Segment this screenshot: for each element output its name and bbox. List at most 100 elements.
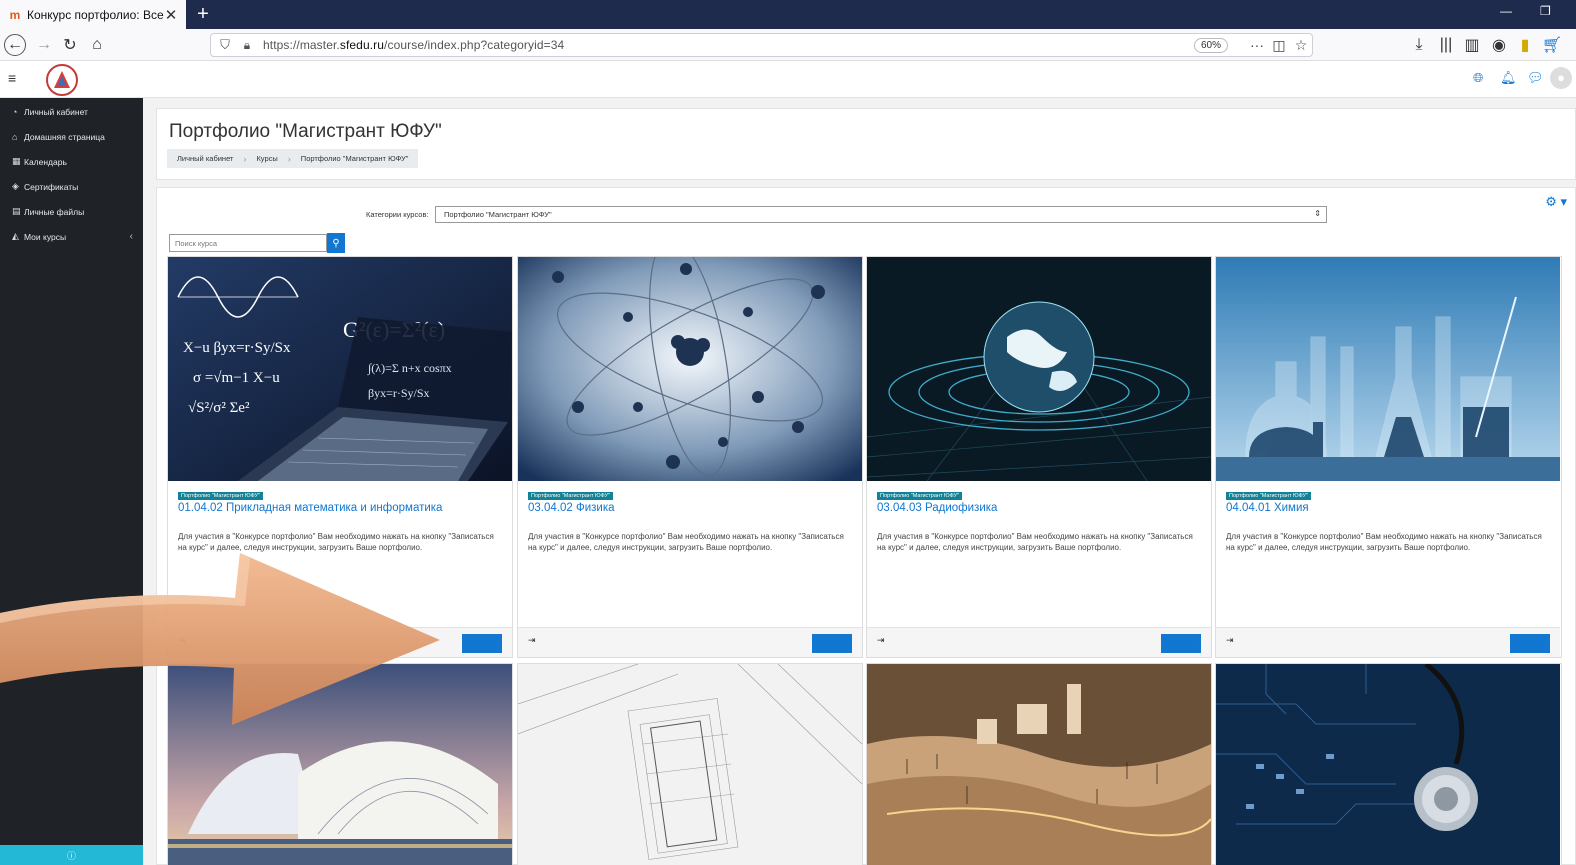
sidebar-item-calendar[interactable]: ▦ Календарь	[0, 149, 143, 174]
left-sidebar: ◔ Личный кабинет ⌂ Домашняя страница ▦ К…	[0, 98, 143, 865]
more-actions-icon[interactable]: ···	[1246, 37, 1268, 53]
course-card-architecture	[167, 663, 513, 865]
tab-title: Конкурс портфолио: Все курс	[27, 7, 164, 22]
sidebar-item-my-courses[interactable]: ◭ Мои курсы ‹	[0, 224, 143, 249]
url-bar[interactable]: ⛉ 🔒︎ https://master.sfedu.ru/course/inde…	[210, 33, 1313, 57]
course-description: Для участия в "Конкурсе портфолио" Вам н…	[178, 532, 494, 552]
search-icon: ⚲	[332, 237, 340, 249]
user-avatar[interactable]: ●	[1550, 67, 1572, 89]
home-icon: ⌂	[12, 131, 18, 142]
category-badge: Портфолио "Магистрант ЮФУ"	[877, 492, 962, 500]
hamburger-menu-icon[interactable]: ≡	[8, 70, 16, 86]
account-icon[interactable]: ◉	[1487, 33, 1511, 57]
sidebar-item-label: Календарь	[24, 156, 67, 167]
sidebar-item-label: Мои курсы	[24, 231, 67, 242]
search-button[interactable]: ⚲	[327, 233, 345, 253]
restore-window-icon[interactable]: ❐	[1540, 4, 1551, 18]
course-card-footer: ⇥ Подробнее	[1216, 627, 1560, 657]
page-header: Портфолио "Магистрант ЮФУ" Личный кабине…	[156, 108, 1576, 180]
course-card-applied-math: G²(ε)=Σ²(ε) X−u βyx=r·Sy/Sx σ =√m−1 X−u …	[167, 256, 513, 658]
course-details-button[interactable]: Подробнее	[812, 634, 852, 653]
browser-nav-bar: ← → ↻ ⌂ ⛉ 🔒︎ https://master.sfedu.ru/cou…	[0, 29, 1576, 61]
svg-text:σ =√m−1 X−u: σ =√m−1 X−u	[193, 370, 280, 386]
course-image-radiophysics[interactable]	[867, 257, 1211, 481]
breadcrumb-dashboard[interactable]: Личный кабинет	[167, 154, 243, 163]
course-card-footer: ⇥ Подробнее	[168, 627, 512, 657]
sidebar-footer[interactable]: ⓘ	[0, 845, 143, 865]
svg-text:∫(λ)=Σ n+x cosπx: ∫(λ)=Σ n+x cosπx	[367, 361, 452, 375]
course-image-architecture[interactable]	[168, 664, 512, 865]
notification-bell-icon[interactable]: 🔔︎	[1500, 70, 1517, 86]
settings-gear-icon[interactable]: ⚙ ▾	[1545, 194, 1567, 210]
site-header: ≡ 🌐︎ 🔔︎ 💬︎ ●	[0, 61, 1576, 98]
course-card-construction	[517, 663, 863, 865]
url-text[interactable]: https://master.sfedu.ru/course/index.php…	[257, 38, 1194, 52]
course-image-landscape[interactable]	[867, 664, 1211, 865]
course-details-button[interactable]: Подробнее	[1510, 634, 1550, 653]
sidebar-toggle-icon[interactable]: ▥	[1460, 33, 1484, 57]
breadcrumb-courses[interactable]: Курсы	[246, 154, 287, 163]
breadcrumb-current[interactable]: Портфолио "Магистрант ЮФУ"	[291, 154, 419, 163]
calendar-icon: ▦	[12, 156, 21, 166]
course-card-landscape	[866, 663, 1212, 865]
category-select[interactable]: Портфолио "Магистрант ЮФУ" ⇕	[435, 206, 1327, 223]
course-image-physics[interactable]	[518, 257, 862, 481]
sidebar-item-files[interactable]: ▤ Личные файлы	[0, 199, 143, 224]
back-icon[interactable]: ←	[4, 34, 26, 56]
svg-text:βyx=r·Sy/Sx: βyx=r·Sy/Sx	[368, 386, 430, 400]
browser-tab[interactable]: m Конкурс портфолио: Все курс ✕	[0, 0, 186, 29]
logo-emblem-icon	[54, 71, 70, 88]
category-select-value: Портфолио "Магистрант ЮФУ"	[444, 210, 552, 219]
info-icon: ⓘ	[66, 850, 76, 861]
new-tab-icon[interactable]: +	[192, 3, 214, 25]
chevron-left-icon[interactable]: ‹	[130, 231, 133, 242]
course-image-construction[interactable]	[518, 664, 862, 865]
svg-text:√S²/σ² Σe²: √S²/σ² Σe²	[188, 400, 250, 416]
course-image-math[interactable]: G²(ε)=Σ²(ε) X−u βyx=r·Sy/Sx σ =√m−1 X−u …	[168, 257, 512, 481]
course-details-button[interactable]: Подробнее	[462, 634, 502, 653]
bookmark-star-icon[interactable]: ☆	[1290, 37, 1312, 54]
language-icon[interactable]: 🌐︎	[1473, 70, 1483, 86]
breadcrumb: Личный кабинет › Курсы › Портфолио "Маги…	[167, 149, 419, 168]
category-badge: Портфолио "Магистрант ЮФУ"	[528, 492, 613, 500]
course-card-physics: Портфолио "Магистрант ЮФУ" 03.04.02 Физи…	[517, 256, 863, 658]
downloads-icon[interactable]: ⤓	[1407, 33, 1431, 57]
course-title-link[interactable]: 04.04.01 Химия	[1226, 502, 1309, 514]
close-tab-icon[interactable]: ✕	[164, 6, 178, 24]
sidebar-item-dashboard[interactable]: ◔ Личный кабинет	[0, 99, 143, 124]
course-description: Для участия в "Конкурсе портфолио" Вам н…	[1226, 532, 1542, 552]
svg-text:X−u βyx=r·Sy/Sx: X−u βyx=r·Sy/Sx	[183, 340, 291, 356]
minimize-window-icon[interactable]: —	[1500, 4, 1512, 18]
enrol-sign-in-icon: ⇥	[528, 635, 536, 645]
library-icon[interactable]: |||	[1434, 33, 1458, 57]
course-details-button[interactable]: Подробнее	[1161, 634, 1201, 653]
select-arrows-icon: ⇕	[1314, 209, 1321, 218]
file-icon: ▤	[12, 206, 21, 216]
cart-icon[interactable]: 🛒︎	[1540, 33, 1564, 57]
reload-icon[interactable]: ↻	[58, 33, 82, 57]
lock-icon[interactable]: 🔒︎	[237, 38, 257, 53]
course-image-medical-electronics[interactable]	[1216, 664, 1560, 865]
course-title-link[interactable]: 03.04.03 Радиофизика	[877, 502, 997, 514]
enrol-sign-in-icon: ⇥	[1226, 635, 1234, 645]
browser-tab-bar: m Конкурс портфолио: Все курс ✕ + — ❐	[0, 0, 1576, 29]
course-image-chemistry[interactable]	[1216, 257, 1560, 481]
extension-icon[interactable]: ▮	[1513, 33, 1537, 57]
enrol-sign-in-icon: ⇥	[877, 635, 885, 645]
messages-icon[interactable]: 💬︎	[1527, 70, 1544, 86]
home-browser-icon[interactable]: ⌂	[85, 33, 109, 57]
zoom-level[interactable]: 60%	[1193, 37, 1228, 53]
course-title-link[interactable]: 01.04.02 Прикладная математика и информа…	[178, 502, 442, 514]
course-title-link[interactable]: 03.04.02 Физика	[528, 502, 615, 514]
pocket-icon[interactable]: ◫	[1268, 37, 1290, 54]
moodle-favicon-icon: m	[9, 7, 21, 22]
shield-icon[interactable]: ⛉	[213, 37, 237, 53]
course-description: Для участия в "Конкурсе портфолио" Вам н…	[528, 532, 844, 552]
sidebar-item-home[interactable]: ⌂ Домашняя страница	[0, 124, 143, 149]
course-card-radiophysics: Портфолио "Магистрант ЮФУ" 03.04.03 Ради…	[866, 256, 1212, 658]
sidebar-item-certificates[interactable]: ◈ Сертификаты	[0, 174, 143, 199]
sidebar-item-label: Личный кабинет	[24, 106, 88, 117]
site-logo[interactable]	[46, 64, 78, 96]
course-search-input[interactable]: Поиск курса	[169, 234, 327, 252]
forward-icon[interactable]: →	[32, 33, 56, 57]
